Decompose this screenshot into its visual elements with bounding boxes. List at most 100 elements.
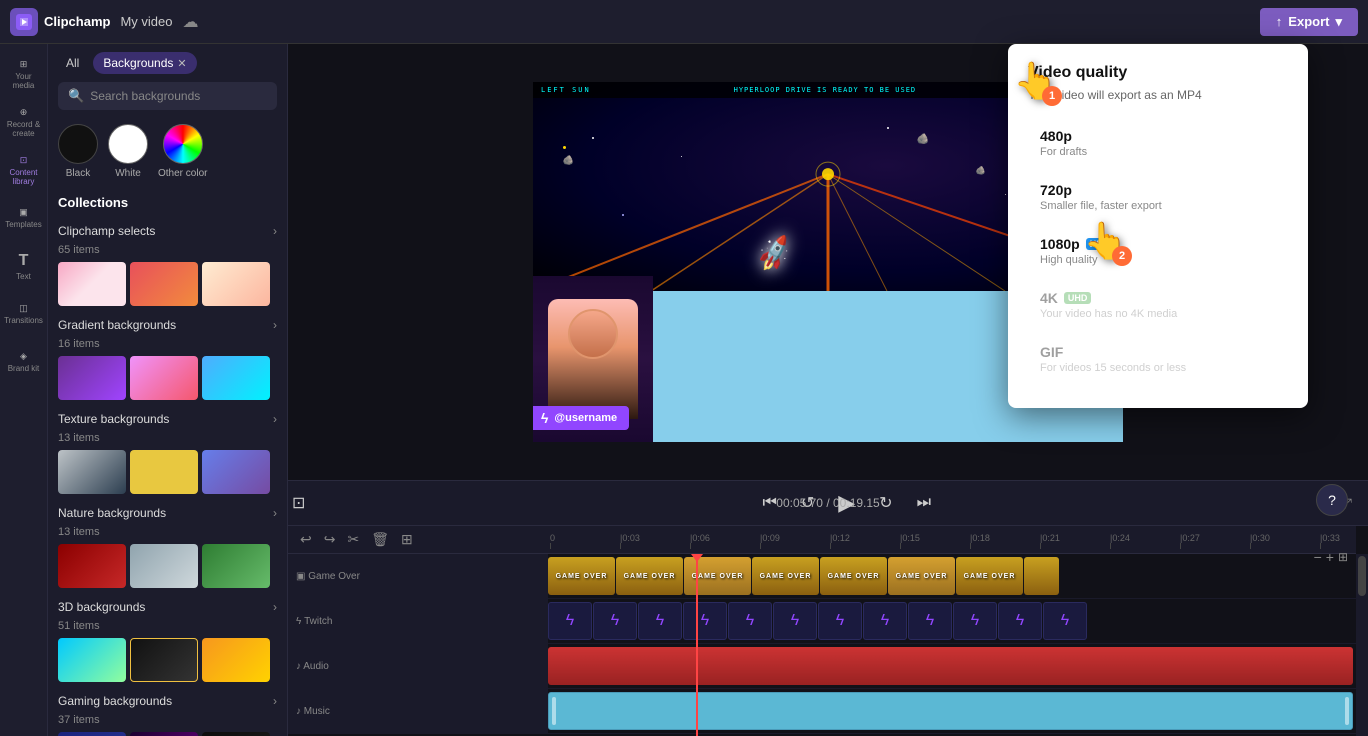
twitch-clip[interactable]: ϟ: [683, 602, 727, 640]
twitch-clip[interactable]: ϟ: [638, 602, 682, 640]
delete-button[interactable]: 🗑: [367, 529, 393, 550]
gameover-clip[interactable]: GAME OVER: [548, 557, 615, 595]
undo-button[interactable]: ↩: [296, 529, 316, 550]
thumb-3: [202, 356, 270, 400]
black-swatch-circle: [58, 124, 98, 164]
twitch-clip[interactable]: ϟ: [953, 602, 997, 640]
twitch-clip[interactable]: ϟ: [908, 602, 952, 640]
clip-resize-handle-left[interactable]: [552, 697, 556, 725]
collections-list: Clipchamp selects › 65 items Gradient ba…: [48, 218, 287, 736]
audio-blue-track-row: ♪ Music: [288, 689, 1356, 734]
uhd-badge: UHD: [1064, 292, 1092, 304]
export-chevron-icon: ▾: [1335, 14, 1342, 30]
sidebar-item-content-library[interactable]: ⊡ Content library: [4, 148, 44, 192]
fit-timeline-button[interactable]: ⊞: [1338, 549, 1348, 565]
filter-all-button[interactable]: All: [58, 52, 87, 74]
quality-option-1080p[interactable]: 1080p HD High quality: [1028, 226, 1288, 276]
twitch-clip[interactable]: ϟ: [593, 602, 637, 640]
blue-track-content: [548, 689, 1356, 733]
thumb-2: [130, 732, 198, 736]
color-swatches: Black White Other color: [48, 118, 287, 189]
backgrounds-filter-chip[interactable]: Backgrounds ✕: [93, 52, 196, 74]
twitch-clip[interactable]: ϟ: [998, 602, 1042, 640]
cloud-icon: ☁: [183, 12, 199, 32]
twitch-clip[interactable]: ϟ: [818, 602, 862, 640]
chip-close-icon[interactable]: ✕: [177, 57, 186, 70]
collection-count: 37 items: [58, 714, 277, 726]
collection-name: Gradient backgrounds: [58, 318, 176, 332]
twitch-clip[interactable]: ϟ: [548, 602, 592, 640]
captions-button[interactable]: ⊡: [288, 489, 309, 517]
swatch-white[interactable]: White: [108, 124, 148, 179]
collection-count: 65 items: [58, 244, 277, 256]
collection-gradient-backgrounds[interactable]: Gradient backgrounds › 16 items: [48, 312, 287, 406]
gameover-clip[interactable]: GAME OVER: [684, 557, 751, 595]
collection-clipchamp-selects[interactable]: Clipchamp selects › 65 items: [48, 218, 287, 312]
timeline-ruler: 0 |0:03 |0:06 |0:09: [548, 526, 1356, 554]
collection-gaming-backgrounds[interactable]: Gaming backgrounds › 37 items: [48, 688, 287, 736]
gameover-clip[interactable]: GAME OVER: [888, 557, 955, 595]
chevron-right-icon: ›: [273, 600, 277, 614]
collection-count: 51 items: [58, 620, 277, 632]
audio-red-clip[interactable]: [548, 647, 1353, 685]
white-label: White: [115, 168, 141, 179]
sidebar-item-your-media[interactable]: ⊞ Your media: [4, 52, 44, 96]
quality-option-480p[interactable]: 480p For drafts: [1028, 118, 1288, 168]
track-label-audio: ♪ Audio: [288, 644, 548, 688]
swatch-black[interactable]: Black: [58, 124, 98, 179]
collection-name: Gaming backgrounds: [58, 694, 172, 708]
brand-icon: ◈: [20, 351, 27, 362]
audio-blue-clip[interactable]: [548, 692, 1353, 730]
gameover-clip-partial[interactable]: [1024, 557, 1059, 595]
thumb-1: [58, 732, 126, 736]
quality-option-4k[interactable]: 4K UHD Your video has no 4K media: [1028, 280, 1288, 330]
gameover-clip[interactable]: GAME OVER: [820, 557, 887, 595]
video-title[interactable]: My video: [120, 14, 172, 29]
export-up-icon: ↑: [1276, 14, 1283, 29]
collections-header: Collections: [48, 189, 287, 218]
thumb-3: [202, 732, 270, 736]
quality-option-720p[interactable]: 720p Smaller file, faster export: [1028, 172, 1288, 222]
twitch-clip[interactable]: ϟ: [773, 602, 817, 640]
thumb-1: [58, 544, 126, 588]
thumb-1: [58, 450, 126, 494]
white-swatch-circle: [108, 124, 148, 164]
help-button[interactable]: ?: [1316, 484, 1348, 516]
sidebar-item-text[interactable]: T Text: [4, 244, 44, 288]
gameover-clip[interactable]: GAME OVER: [616, 557, 683, 595]
icon-sidebar: ⊞ Your media ⊕ Record & create ⊡ Content…: [0, 44, 48, 736]
library-icon: ⊡: [20, 155, 28, 166]
scrollbar-thumb[interactable]: [1358, 556, 1366, 596]
track-label-blue: ♪ Music: [288, 689, 548, 733]
track-area: ▣ Game Over GAME OVER GAME OVER GAME OVE…: [288, 554, 1356, 736]
redo-button[interactable]: ↪: [320, 529, 340, 550]
content-panel: All Backgrounds ✕ 🔍 Black White Other: [48, 44, 288, 736]
collection-nature-backgrounds[interactable]: Nature backgrounds › 13 items: [48, 500, 287, 594]
media-icon: ⊞: [20, 59, 28, 70]
add-media-button[interactable]: ⊞: [397, 529, 417, 550]
zoom-out-button[interactable]: −: [1314, 549, 1322, 565]
cut-button[interactable]: ✂: [343, 529, 363, 550]
gameover-clip[interactable]: GAME OVER: [956, 557, 1023, 595]
twitch-clip[interactable]: ϟ: [1043, 602, 1087, 640]
search-input[interactable]: [90, 89, 267, 103]
twitch-clip[interactable]: ϟ: [728, 602, 772, 640]
sidebar-item-transitions[interactable]: ◫ Transitions: [4, 292, 44, 336]
zoom-in-button[interactable]: +: [1326, 549, 1334, 565]
swatch-other-color[interactable]: Other color: [158, 124, 207, 179]
export-button[interactable]: ↑ Export ▾: [1260, 8, 1358, 36]
collection-3d-backgrounds[interactable]: 3D backgrounds › 51 items: [48, 594, 287, 688]
collection-texture-backgrounds[interactable]: Texture backgrounds › 13 items: [48, 406, 287, 500]
clip-resize-handle-right[interactable]: [1345, 697, 1349, 725]
skip-forward-button[interactable]: ⏭: [913, 490, 935, 516]
gameover-clip[interactable]: GAME OVER: [752, 557, 819, 595]
search-icon: 🔍: [68, 88, 84, 104]
collection-count: 13 items: [58, 526, 277, 538]
sidebar-item-brand-kit[interactable]: ◈ Brand kit: [4, 340, 44, 384]
collection-name: Clipchamp selects: [58, 224, 155, 238]
sidebar-item-record[interactable]: ⊕ Record & create: [4, 100, 44, 144]
twitch-badge: ϟ @username: [533, 406, 629, 430]
quality-option-gif[interactable]: GIF For videos 15 seconds or less: [1028, 334, 1288, 384]
sidebar-item-templates[interactable]: ▣ Templates: [4, 196, 44, 240]
twitch-clip[interactable]: ϟ: [863, 602, 907, 640]
